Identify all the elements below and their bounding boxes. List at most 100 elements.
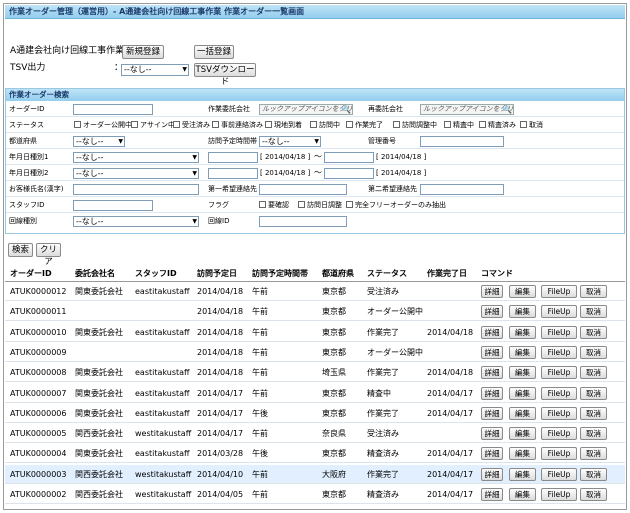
status-checkbox[interactable]: 受注済み	[173, 117, 210, 133]
edit-button[interactable]: 編集	[509, 386, 536, 400]
detail-button[interactable]: 詳細	[481, 325, 503, 339]
second-visit-input[interactable]	[420, 184, 504, 195]
edit-button[interactable]: 編集	[509, 447, 536, 461]
cancel-button[interactable]: 取消	[580, 366, 607, 380]
cell-company: 関東委託会社	[75, 449, 123, 459]
visit-slot-select[interactable]: --なし-- ▼	[259, 136, 321, 147]
detail-button[interactable]: 詳細	[481, 345, 503, 359]
cell-done-date: 2014/04/18	[427, 327, 474, 337]
cancel-button[interactable]: 取消	[580, 345, 607, 359]
cancel-button[interactable]: 取消	[580, 467, 607, 481]
status-checkbox[interactable]: 事前連絡済み	[212, 117, 263, 133]
edit-button[interactable]: 編集	[509, 488, 536, 501]
search-button[interactable]: 検索	[8, 243, 33, 257]
detail-button[interactable]: 詳細	[481, 427, 503, 441]
cell-done-date: 2014/04/18	[427, 368, 474, 378]
status-checkbox[interactable]: 取消	[520, 117, 543, 133]
cancel-button[interactable]: 取消	[580, 285, 607, 298]
cell-visit-slot: 午前	[252, 388, 268, 398]
clear-button[interactable]: クリア	[36, 243, 61, 267]
fileup-button[interactable]: FileUp	[541, 325, 577, 339]
tsv-label: TSV出力	[10, 63, 46, 73]
edit-button[interactable]: 編集	[509, 345, 536, 359]
fileup-button[interactable]: FileUp	[541, 447, 577, 461]
fileup-button[interactable]: FileUp	[541, 285, 577, 298]
cancel-button[interactable]: 取消	[580, 305, 607, 319]
circuit-type-select[interactable]: --なし-- ▼	[73, 216, 199, 227]
detail-button[interactable]: 詳細	[481, 386, 503, 400]
edit-button[interactable]: 編集	[509, 305, 536, 319]
cell-visit-slot: 午前	[252, 368, 268, 378]
fileup-button[interactable]: FileUp	[541, 366, 577, 380]
new-register-button[interactable]: 新規登録	[122, 45, 164, 59]
date1-from-hint: [ 2014/04/18 ]	[260, 153, 311, 161]
fileup-button[interactable]: FileUp	[541, 406, 577, 420]
cell-done-date: 2014/04/17	[427, 388, 474, 398]
mgmt-no-input[interactable]	[420, 136, 504, 147]
date2-to-input[interactable]	[324, 168, 374, 179]
cell-staff: westitakustaff	[135, 429, 192, 439]
detail-button[interactable]: 詳細	[481, 406, 503, 420]
customer-input[interactable]	[73, 184, 199, 195]
date-type2-select[interactable]: --なし-- ▼	[73, 168, 199, 179]
status-checkbox[interactable]: 訪問中	[310, 117, 340, 133]
edit-button[interactable]: 編集	[509, 285, 536, 298]
lookup-magnifier-icon[interactable]: 🔍	[341, 105, 351, 114]
cancel-button[interactable]: 取消	[580, 386, 607, 400]
detail-button[interactable]: 詳細	[481, 488, 503, 501]
date1-from-input[interactable]	[208, 152, 258, 163]
cancel-button[interactable]: 取消	[580, 447, 607, 461]
reconsignor-lookup[interactable]: ルックアップアイコンをクリック🔍	[420, 104, 514, 115]
circuit-id-input[interactable]	[259, 216, 347, 227]
cell-pref: 東京都	[322, 408, 346, 418]
edit-button[interactable]: 編集	[509, 467, 536, 481]
detail-button[interactable]: 詳細	[481, 285, 503, 298]
bulk-register-button[interactable]: 一括登録	[194, 45, 234, 59]
search-row-customer: お客様氏名(漢字) 第一希望連絡先 第二希望連絡先	[6, 181, 624, 197]
fileup-button[interactable]: FileUp	[541, 345, 577, 359]
cell-order-id: ATUK0000004	[10, 449, 67, 459]
edit-button[interactable]: 編集	[509, 325, 536, 339]
consignor-lookup[interactable]: ルックアップアイコンをクリック🔍	[259, 104, 353, 115]
date-type1-select[interactable]: --なし-- ▼	[73, 152, 199, 163]
order-id-input[interactable]	[73, 104, 153, 115]
edit-button[interactable]: 編集	[509, 406, 536, 420]
edit-button[interactable]: 編集	[509, 427, 536, 441]
status-checkbox[interactable]: アサイン中	[131, 117, 175, 133]
first-visit-input[interactable]	[259, 184, 347, 195]
fileup-button[interactable]: FileUp	[541, 305, 577, 319]
fileup-button[interactable]: FileUp	[541, 386, 577, 400]
fileup-button[interactable]: FileUp	[541, 488, 577, 501]
table-header: オーダーID 委託会社名 スタッフID 訪問予定日 訪問予定時間帯 都道府県 ス…	[5, 266, 625, 282]
status-checkbox[interactable]: 精査中	[444, 117, 474, 133]
status-checkbox[interactable]: 現地到着	[265, 117, 302, 133]
fileup-button[interactable]: FileUp	[541, 427, 577, 441]
chevron-down-icon: ▼	[192, 218, 197, 225]
cell-pref: 東京都	[322, 347, 346, 357]
tsv-download-button[interactable]: TSVダウンロード	[194, 63, 256, 87]
edit-button[interactable]: 編集	[509, 366, 536, 380]
date1-to-input[interactable]	[324, 152, 374, 163]
detail-button[interactable]: 詳細	[481, 305, 503, 319]
lookup-magnifier-icon[interactable]: 🔍	[502, 105, 512, 114]
flag-checkbox[interactable]: 訪問日調整	[298, 197, 342, 213]
detail-button[interactable]: 詳細	[481, 366, 503, 380]
status-checkbox[interactable]: オーダー公開中	[74, 117, 132, 133]
cancel-button[interactable]: 取消	[580, 406, 607, 420]
fileup-button[interactable]: FileUp	[541, 467, 577, 481]
cancel-button[interactable]: 取消	[580, 427, 607, 441]
status-checkbox[interactable]: 訪問調整中	[393, 117, 437, 133]
cancel-button[interactable]: 取消	[580, 325, 607, 339]
detail-button[interactable]: 詳細	[481, 467, 503, 481]
staff-input[interactable]	[73, 200, 153, 211]
status-checkbox[interactable]: 作業完了	[346, 117, 383, 133]
detail-button[interactable]: 詳細	[481, 447, 503, 461]
tsv-select[interactable]: --なし-- ▼	[121, 64, 189, 76]
status-checkbox[interactable]: 精査済み	[479, 117, 516, 133]
flag-checkbox[interactable]: 要確認	[259, 197, 289, 213]
date2-from-input[interactable]	[208, 168, 258, 179]
cancel-button[interactable]: 取消	[580, 488, 607, 501]
cell-company: 関東委託会社	[75, 408, 123, 418]
pref-select[interactable]: --なし-- ▼	[73, 136, 125, 147]
flag-checkbox[interactable]: 完全フリーオーダーのみ抽出	[346, 197, 446, 213]
